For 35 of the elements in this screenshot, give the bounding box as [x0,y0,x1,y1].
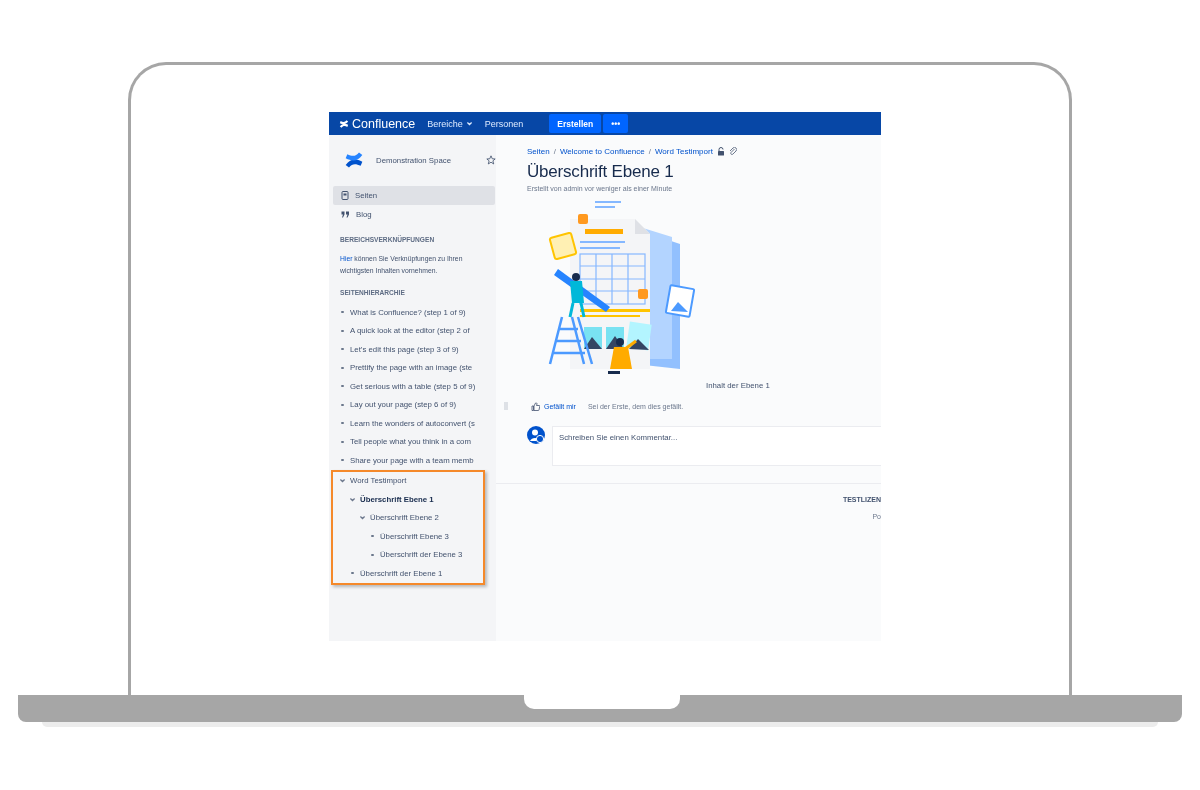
bullet-icon [371,535,374,538]
bullet-icon [341,329,344,332]
quote-icon [341,211,350,218]
bullet-icon [341,459,344,462]
bullet-icon [341,403,344,406]
bullet-icon [351,572,354,575]
breadcrumb-link[interactable]: Seiten [527,146,550,156]
breadcrumb-link[interactable]: Word Testimport [654,146,713,156]
bullet-icon [341,385,344,388]
confluence-logo-icon [339,118,349,129]
space-logo-icon [344,150,364,170]
breadcrumb-link[interactable]: Welcome to Confluence [559,146,645,156]
bullet-icon [341,348,344,351]
nav-menu-item[interactable]: Personen [484,118,524,129]
app-logo[interactable]: Confluence [352,116,416,131]
caret-icon[interactable] [359,514,366,522]
breadcrumb-separator: / [553,146,556,156]
bullet-icon [341,440,344,443]
bullet-icon [341,311,344,314]
breadcrumb-separator: / [648,146,651,156]
more-button[interactable]: ••• [603,114,629,133]
create-button[interactable]: Erstellen [549,114,602,133]
page-title: Überschrift Ebene 1 [527,162,675,183]
paperclip-icon[interactable] [728,146,737,156]
avatar-icon [527,426,545,444]
bullet-icon [371,553,374,556]
lock-icon[interactable] [716,146,725,156]
bullet-icon [341,366,344,369]
page-icon [341,191,349,200]
caret-icon[interactable] [349,495,356,503]
caret-icon[interactable] [339,477,346,485]
nav-menu-item[interactable]: Bereiche [427,118,473,129]
star-icon[interactable] [486,155,496,165]
thumbs-up-icon[interactable] [531,401,540,411]
bullet-icon [341,422,344,425]
